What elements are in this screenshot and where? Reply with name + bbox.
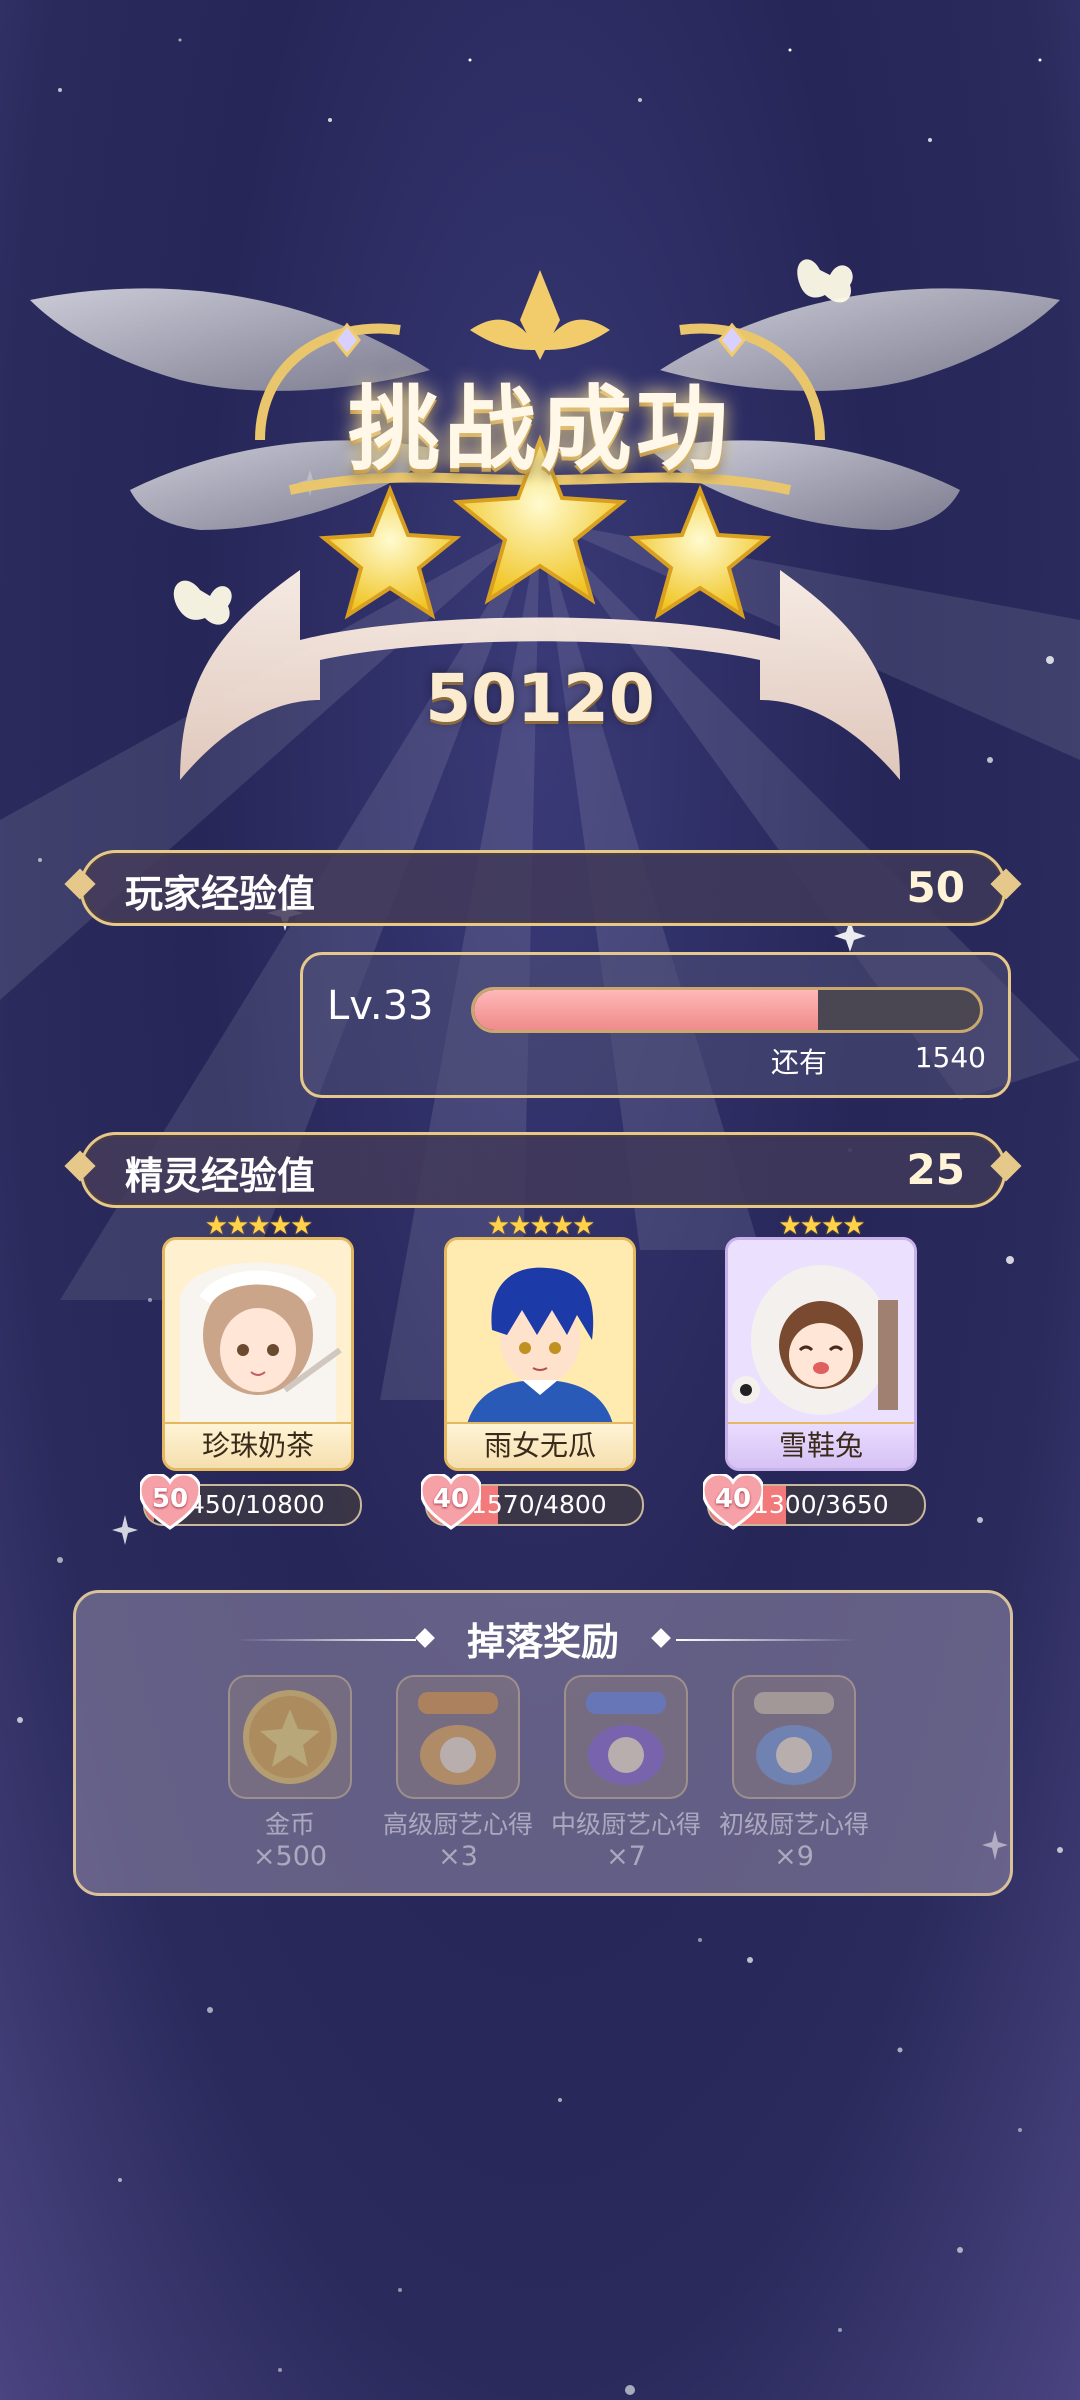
spirit-exp-text: 1300/3650 <box>753 1490 889 1519</box>
spirit-card[interactable]: ★★★★★ 珍珠奶茶 <box>162 1211 354 1471</box>
spirit-level-heart-icon: 40 <box>701 1472 765 1530</box>
reward-name: 高级厨艺心得 <box>382 1810 533 1839</box>
spirit-name: 珍珠奶茶 <box>165 1422 351 1468</box>
remaining-exp-value: 1540 <box>914 1041 986 1074</box>
reward-count: ×9 <box>774 1841 814 1872</box>
player-exp-label: 玩家经验值 <box>125 872 316 916</box>
reward-count: ×7 <box>606 1841 646 1872</box>
spirit-name: 雪鞋兔 <box>728 1422 914 1468</box>
spirit-portrait <box>165 1240 351 1424</box>
reward-name: 金币 <box>264 1810 315 1839</box>
remaining-exp-label: 还有 <box>771 1046 828 1079</box>
spirit-exp-text: 1570/4800 <box>471 1490 607 1519</box>
reward-name: 初级厨艺心得 <box>718 1810 869 1839</box>
spirit-level: 50 <box>151 1484 189 1514</box>
player-level-progress <box>471 987 983 1033</box>
spirit-portrait <box>447 1240 633 1424</box>
star-icon <box>318 484 462 620</box>
cooking-scroll-icon <box>396 1675 520 1799</box>
spirit-level: 40 <box>432 1484 470 1514</box>
player-exp-header: 玩家经验值 50 <box>80 850 1006 926</box>
reward-name: 中级厨艺心得 <box>550 1810 701 1839</box>
reward-item[interactable]: 中级厨艺心得 ×7 <box>542 1675 710 1872</box>
spirit-level-heart-icon: 40 <box>419 1472 483 1530</box>
reward-item[interactable]: 金币 ×500 <box>206 1675 374 1872</box>
gold-coin-icon <box>228 1675 352 1799</box>
score-value: 50120 <box>425 660 655 737</box>
drop-rewards-title: 掉落奖励 <box>466 1620 619 1664</box>
player-exp-value: 50 <box>906 863 965 912</box>
spirit-level: 40 <box>714 1484 752 1514</box>
reward-count: ×500 <box>252 1841 328 1872</box>
spirit-exp-header: 精灵经验值 25 <box>80 1132 1006 1208</box>
spirit-portrait <box>728 1240 914 1424</box>
divider <box>676 1639 856 1641</box>
drop-rewards-panel: 掉落奖励 金币 ×500 高级厨艺心得 ×3 中级厨艺心得 ×7 初级厨艺心得 … <box>73 1590 1013 1896</box>
challenge-success-title: 挑战成功 <box>347 376 732 483</box>
cooking-scroll-icon <box>564 1675 688 1799</box>
player-level: Lv.33 <box>327 983 434 1029</box>
reward-item[interactable]: 初级厨艺心得 ×9 <box>710 1675 878 1872</box>
spirit-name: 雨女无瓜 <box>447 1422 633 1468</box>
spirit-exp-label: 精灵经验值 <box>125 1154 316 1198</box>
spirit-exp-text: 450/10800 <box>189 1490 325 1519</box>
reward-item[interactable]: 高级厨艺心得 ×3 <box>374 1675 542 1872</box>
spirit-level-heart-icon: 50 <box>138 1472 202 1530</box>
spirit-card[interactable]: ★★★★ 雪鞋兔 <box>725 1211 917 1471</box>
player-level-panel: Lv.33 还有 1540 <box>300 952 1011 1098</box>
spirit-exp-value: 25 <box>906 1145 965 1194</box>
star-icon <box>628 484 772 620</box>
spirit-card[interactable]: ★★★★★ 雨女无瓜 <box>444 1211 636 1471</box>
player-level-progress-fill <box>474 990 819 1030</box>
reward-count: ×3 <box>438 1841 478 1872</box>
cooking-scroll-icon <box>732 1675 856 1799</box>
